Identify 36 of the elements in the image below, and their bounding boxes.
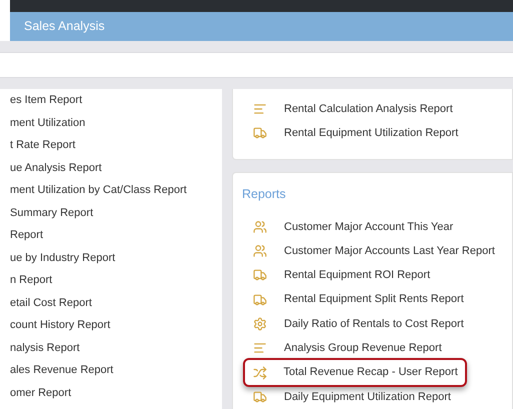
report-link[interactable]: nalysis Report	[10, 340, 80, 356]
report-link[interactable]: n Report	[10, 272, 52, 288]
users-icon	[253, 244, 267, 258]
report-link[interactable]: Analysis Group Revenue Report	[284, 340, 442, 356]
window-title: Sales Analysis	[24, 18, 105, 36]
users-icon	[253, 220, 267, 234]
report-link[interactable]: Rental Equipment Split Rents Report	[284, 291, 464, 308]
chart-icon	[253, 102, 267, 116]
report-link[interactable]: Summary Report	[10, 204, 94, 221]
report-link[interactable]: Report	[10, 227, 44, 244]
truck-icon	[253, 126, 267, 140]
report-link[interactable]: Daily Equipment Utilization Report	[284, 388, 451, 406]
report-link[interactable]: Rental Calculation Analysis Report	[284, 100, 453, 118]
report-link[interactable]: t Rate Report	[10, 137, 76, 154]
report-link[interactable]: Total Revenue Recap - User Report	[284, 364, 458, 381]
truck-icon	[253, 390, 267, 404]
truck-icon	[253, 268, 267, 282]
section-heading: Reports	[242, 186, 286, 203]
report-link[interactable]: ue Analysis Report	[10, 160, 102, 176]
truck-icon	[253, 292, 267, 307]
report-link[interactable]: count History Report	[10, 317, 110, 334]
gear-icon	[253, 316, 267, 331]
report-link[interactable]: Rental Equipment ROI Report	[284, 267, 430, 284]
report-link[interactable]: Daily Ratio of Rentals to Cost Report	[284, 316, 464, 332]
report-link[interactable]: Customer Major Accounts Last Year Report	[284, 242, 495, 260]
report-link[interactable]: omer Report	[10, 384, 72, 401]
report-link[interactable]: ment Utilization	[10, 114, 86, 131]
report-link[interactable]: es Item Report	[10, 92, 82, 108]
report-link[interactable]: Rental Equipment Utilization Report	[284, 125, 458, 142]
shuffle-icon	[252, 366, 266, 380]
report-link[interactable]: Customer Major Account This Year	[284, 218, 454, 236]
chart-icon	[253, 341, 267, 356]
report-link[interactable]: ue by Industry Report	[10, 250, 116, 266]
report-link[interactable]: etail Cost Report	[10, 294, 92, 311]
report-link[interactable]: ales Revenue Report	[10, 362, 114, 378]
report-link[interactable]: ment Utilization by Cat/Class Report	[10, 182, 187, 198]
